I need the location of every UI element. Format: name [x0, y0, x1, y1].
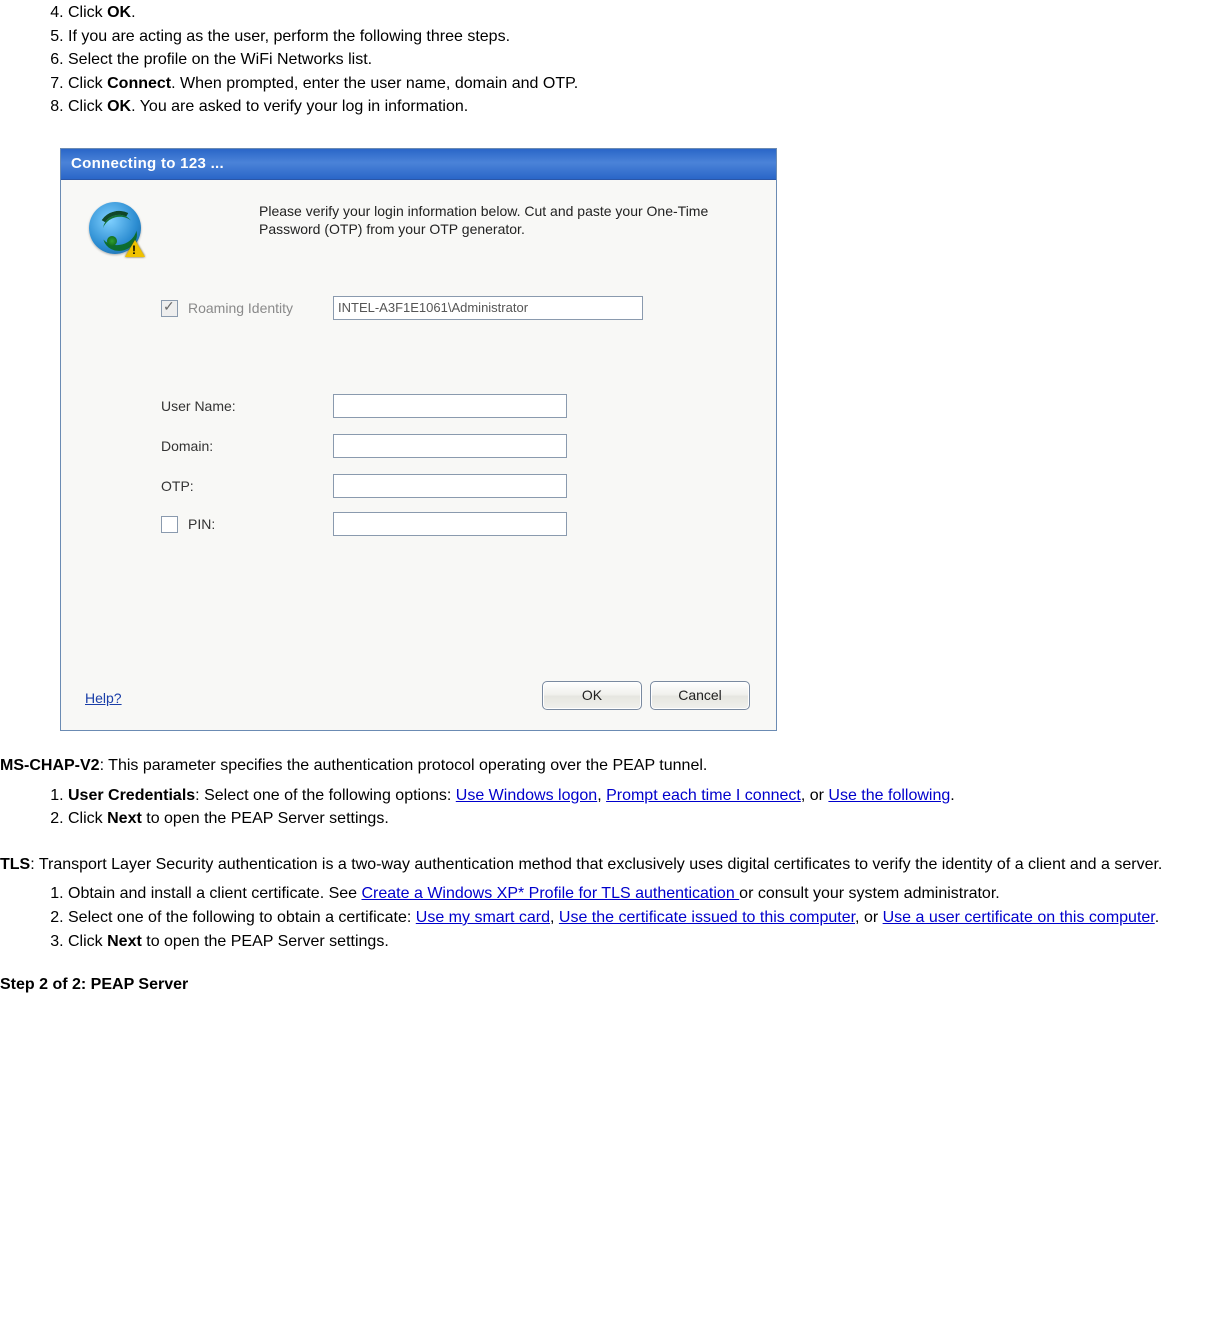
link-use-certificate-issued[interactable]: Use the certificate issued to this compu…	[559, 909, 855, 926]
link-use-windows-logon[interactable]: Use Windows logon	[456, 787, 597, 804]
dialog-titlebar: Connecting to 123 ...	[61, 149, 776, 180]
domain-input[interactable]	[333, 434, 567, 458]
wifi-warning-icon	[89, 202, 141, 254]
step-7: Click Connect. When prompted, enter the …	[68, 73, 1207, 95]
cancel-button[interactable]: Cancel	[650, 681, 750, 710]
pin-label: PIN:	[188, 516, 215, 532]
step-6: Select the profile on the WiFi Networks …	[68, 49, 1207, 71]
tls-step-1: Obtain and install a client certificate.…	[68, 883, 1207, 905]
instruction-list-a: Click OK. If you are acting as the user,…	[40, 2, 1207, 118]
step-8: Click OK. You are asked to verify your l…	[68, 96, 1207, 118]
link-create-xp-profile-tls[interactable]: Create a Windows XP* Profile for TLS aut…	[362, 885, 740, 902]
help-link[interactable]: Help?	[85, 690, 122, 706]
mschap-paragraph: MS-CHAP-V2: This parameter specifies the…	[0, 755, 1207, 777]
mschap-step-2: Click Next to open the PEAP Server setti…	[68, 808, 1207, 830]
user-name-label: User Name:	[161, 398, 236, 414]
step-5: If you are acting as the user, perform t…	[68, 26, 1207, 48]
domain-label: Domain:	[161, 438, 213, 454]
tls-step-2: Select one of the following to obtain a …	[68, 907, 1207, 929]
tls-step-3: Click Next to open the PEAP Server setti…	[68, 931, 1207, 953]
mschap-step-1: User Credentials: Select one of the foll…	[68, 785, 1207, 807]
link-use-user-certificate[interactable]: Use a user certificate on this computer	[883, 909, 1155, 926]
roaming-identity-label: Roaming Identity	[188, 300, 293, 316]
mschap-list: User Credentials: Select one of the foll…	[40, 785, 1207, 830]
pin-checkbox[interactable]	[161, 516, 178, 533]
step-2-heading: Step 2 of 2: PEAP Server	[0, 976, 1207, 994]
ok-button[interactable]: OK	[542, 681, 642, 710]
step-4: Click OK.	[68, 2, 1207, 24]
pin-input[interactable]	[333, 512, 567, 536]
roaming-identity-input	[333, 296, 643, 320]
dialog-instruction: Please verify your login information bel…	[259, 202, 752, 238]
user-name-input[interactable]	[333, 394, 567, 418]
link-prompt-each-time[interactable]: Prompt each time I connect	[606, 787, 801, 804]
tls-list: Obtain and install a client certificate.…	[40, 883, 1207, 952]
link-use-my-smart-card[interactable]: Use my smart card	[416, 909, 550, 926]
otp-input[interactable]	[333, 474, 567, 498]
link-use-the-following[interactable]: Use the following	[828, 787, 950, 804]
otp-label: OTP:	[161, 478, 194, 494]
roaming-identity-checkbox	[161, 300, 178, 317]
tls-paragraph: TLS: Transport Layer Security authentica…	[0, 854, 1207, 876]
connecting-dialog: Connecting to 123 ... Please verify your…	[60, 148, 777, 731]
